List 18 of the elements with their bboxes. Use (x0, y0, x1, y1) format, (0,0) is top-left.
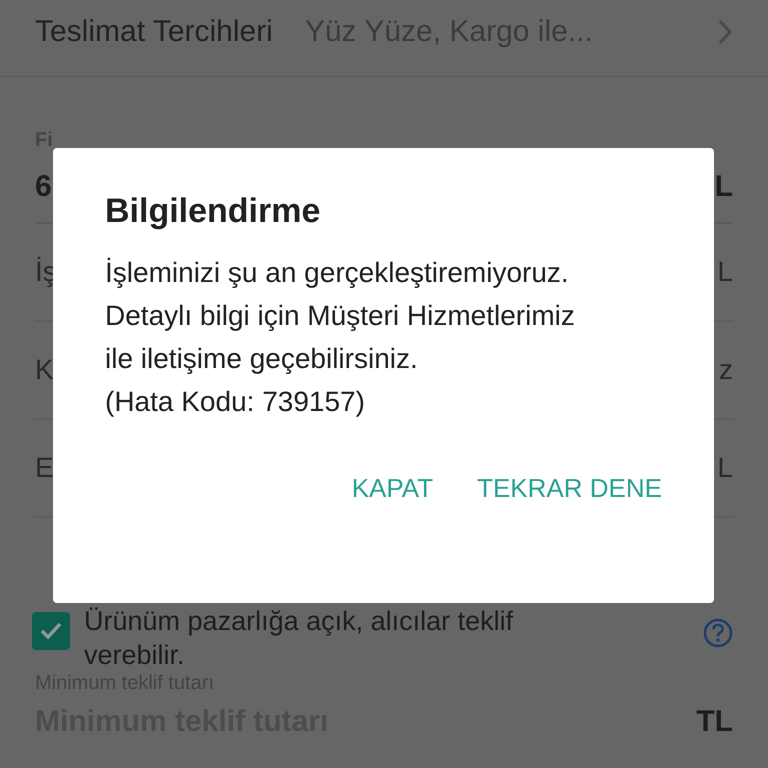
row-label: E (35, 452, 54, 484)
price-unit: L (714, 170, 733, 204)
dialog-title: Bilgilendirme (105, 192, 322, 231)
row-value: L (717, 452, 733, 484)
help-icon[interactable] (703, 618, 733, 648)
error-code: (Hata Kodu: 739157) (105, 385, 366, 419)
delivery-label: Teslimat Tercihleri (35, 15, 273, 49)
dialog-button[interactable]: TEKRAR DENE (469, 465, 670, 512)
price-value: 6 (35, 170, 52, 204)
checkbox-label[interactable]: Ürünüm pazarlığa açık, alıcılar teklif verebilir. (84, 604, 604, 672)
row-label: K (35, 354, 54, 386)
currency-label: TL (696, 705, 733, 739)
chevron-right-icon[interactable] (717, 18, 733, 46)
row-value: z (719, 354, 733, 386)
row-value: L (717, 256, 733, 288)
checkbox[interactable] (32, 612, 70, 650)
dialog-button[interactable]: KAPAT (344, 465, 442, 512)
dialog-message: İşleminizi şu an gerçekleştiremiyoruz. Detaylı bilgi için Müşteri Hizmetlerimiz ile iletişime geçebilirsiniz. (105, 256, 575, 376)
